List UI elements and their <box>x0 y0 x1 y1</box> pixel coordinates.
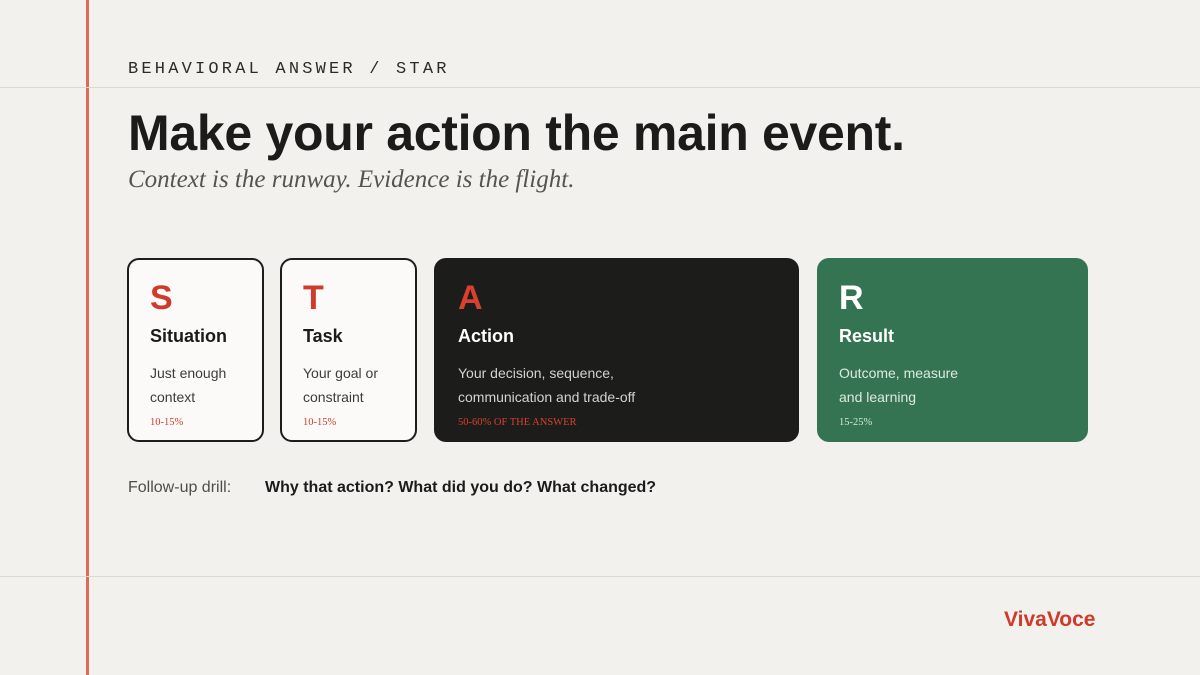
card-letter: T <box>303 279 324 317</box>
card-name: Task <box>303 326 343 346</box>
card-description: Outcome, measure and learning <box>839 365 959 405</box>
star-card-action: A Action Your decision, sequence, commun… <box>434 258 799 442</box>
slide-subtitle: Context is the runway. Evidence is the f… <box>128 166 575 193</box>
card-percentage: 10-15% <box>150 417 184 428</box>
card-percentage: 10-15% <box>303 417 337 428</box>
followup-label: Follow-up drill: <box>128 479 232 496</box>
card-name: Situation <box>150 326 227 346</box>
card-name: Result <box>839 326 895 346</box>
card-description: Your decision, sequence, communication a… <box>458 365 636 405</box>
slide-eyebrow: BEHAVIORAL ANSWER / STAR <box>128 60 450 79</box>
bottom-divider <box>0 576 1200 577</box>
star-card-result: R Result Outcome, measure and learning 1… <box>817 258 1088 442</box>
card-description: Just enough context <box>150 365 227 405</box>
slide-title: Make your action the main event. <box>128 105 905 161</box>
card-percentage: 50-60% OF THE ANSWER <box>458 417 577 428</box>
card-percentage: 15-25% <box>839 417 873 428</box>
star-card-task: T Task Your goal or constraint 10-15% <box>280 258 417 442</box>
card-letter: A <box>458 279 483 317</box>
left-accent-rule <box>86 0 89 675</box>
followup-questions: Why that action? What did you do? What c… <box>265 479 657 496</box>
card-letter: R <box>839 279 864 317</box>
card-description: Your goal or constraint <box>303 365 378 405</box>
star-card-situation: S Situation Just enough context 10-15% <box>127 258 264 442</box>
card-letter: S <box>150 279 173 317</box>
top-divider <box>0 87 1200 88</box>
card-name: Action <box>458 326 514 346</box>
brand-logo: VivaVoce <box>1004 608 1096 631</box>
